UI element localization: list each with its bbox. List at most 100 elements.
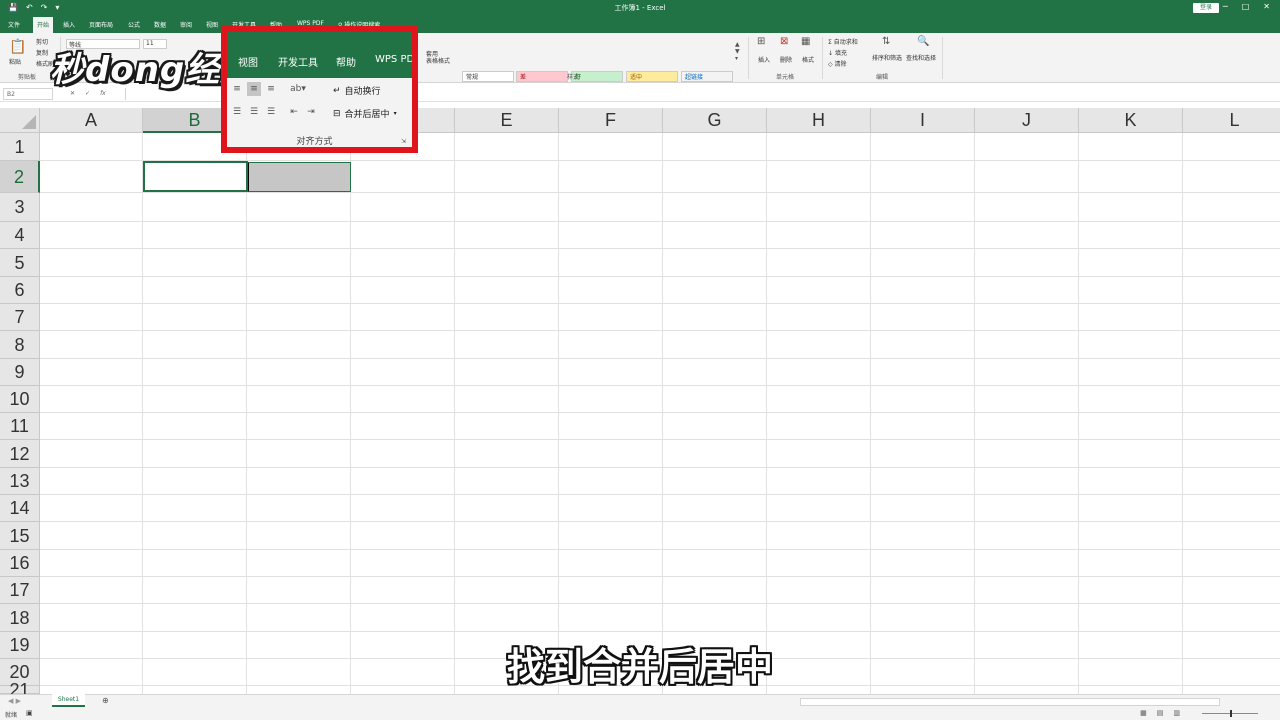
sort-filter-icon[interactable]: ⇅ xyxy=(882,36,890,47)
sheet-nav-icon[interactable]: ◀ ▶ xyxy=(8,697,21,705)
select-all-button[interactable] xyxy=(0,108,40,133)
maximize-icon[interactable]: □ xyxy=(1242,2,1250,11)
align-middle-icon[interactable]: ≡ xyxy=(247,82,261,96)
decrease-indent-icon[interactable]: ⇤ xyxy=(287,105,301,119)
tab-review[interactable]: 审阅 xyxy=(180,20,192,29)
copy-button[interactable]: 复制 xyxy=(36,48,48,57)
tab-view[interactable]: 视图 xyxy=(206,20,218,29)
callout-tab-view[interactable]: 视图 xyxy=(238,54,258,69)
insert-cells-button[interactable]: 插入 xyxy=(758,55,770,64)
active-cell-b2[interactable] xyxy=(143,161,248,192)
autosum-button[interactable]: Σ 自动求和 xyxy=(828,37,858,46)
add-sheet-icon[interactable]: ⊕ xyxy=(102,696,109,705)
normal-view-icon[interactable]: ▦ xyxy=(1140,709,1147,717)
selected-cell-c2[interactable] xyxy=(247,162,351,192)
row-header-17[interactable]: 17 xyxy=(0,577,40,604)
merge-dropdown-icon[interactable]: ▾ xyxy=(394,110,397,117)
column-header-l[interactable]: L xyxy=(1183,108,1280,133)
merge-center-label: 合并后居中 xyxy=(344,110,390,120)
page-break-view-icon[interactable]: ▥ xyxy=(1173,709,1180,717)
cell-style-swatch[interactable]: 适中 xyxy=(626,71,678,82)
find-select-button[interactable]: 查找和选择 xyxy=(906,53,936,62)
row-header-14[interactable]: 14 xyxy=(0,495,40,522)
column-header-f[interactable]: F xyxy=(559,108,663,133)
delete-cells-icon[interactable]: ⊠ xyxy=(780,36,788,47)
macro-record-icon[interactable]: ▣ xyxy=(26,709,33,717)
row-header-1[interactable]: 1 xyxy=(0,133,40,161)
row-header-3[interactable]: 3 xyxy=(0,193,40,222)
row-header-12[interactable]: 12 xyxy=(0,440,40,468)
autosum-label: 自动求和 xyxy=(833,39,858,46)
align-bottom-icon[interactable]: ≡ xyxy=(264,82,278,96)
enter-formula-icon[interactable]: ✓ xyxy=(85,90,90,97)
zoom-slider-thumb[interactable] xyxy=(1230,710,1232,717)
format-cells-icon[interactable]: ▦ xyxy=(801,36,810,47)
column-header-i[interactable]: I xyxy=(871,108,975,133)
tab-data[interactable]: 数据 xyxy=(154,20,166,29)
tab-file[interactable]: 文件 xyxy=(8,20,20,29)
tab-home[interactable]: 开始 xyxy=(33,17,54,33)
format-as-table-button[interactable]: 套用 表格格式 xyxy=(426,51,450,65)
callout-tab-help[interactable]: 帮助 xyxy=(336,54,356,69)
name-box[interactable]: B2 xyxy=(3,88,53,100)
increase-indent-icon[interactable]: ⇥ xyxy=(304,105,318,119)
column-header-k[interactable]: K xyxy=(1079,108,1183,133)
format-cells-button[interactable]: 格式 xyxy=(802,55,814,64)
find-select-icon[interactable]: 🔍 xyxy=(917,36,929,47)
column-header-a[interactable]: A xyxy=(40,108,143,133)
insert-cells-icon[interactable]: ⊞ xyxy=(757,36,765,47)
select-all-triangle xyxy=(22,115,36,129)
row-header-16[interactable]: 16 xyxy=(0,550,40,577)
fill-button[interactable]: ↓ 填充 xyxy=(828,48,847,57)
align-center-icon[interactable]: ☰ xyxy=(247,105,261,119)
row-header-7[interactable]: 7 xyxy=(0,304,40,331)
row-header-9[interactable]: 9 xyxy=(0,359,40,386)
align-left-icon[interactable]: ☰ xyxy=(230,105,244,119)
insert-function-icon[interactable]: fx xyxy=(100,90,106,97)
align-top-icon[interactable]: ≡ xyxy=(230,82,244,96)
row-header-11[interactable]: 11 xyxy=(0,413,40,440)
row-header-6[interactable]: 6 xyxy=(0,277,40,304)
cell-style-swatch[interactable]: 差 xyxy=(516,71,568,82)
row-header-4[interactable]: 4 xyxy=(0,222,40,249)
editing-group-label: 编辑 xyxy=(876,74,889,81)
tab-insert[interactable]: 插入 xyxy=(63,20,75,29)
paste-icon[interactable]: 📋 xyxy=(9,39,26,55)
row-header-10[interactable]: 10 xyxy=(0,386,40,413)
callout-tab-developer[interactable]: 开发工具 xyxy=(278,54,318,69)
wrap-text-icon: ↵ xyxy=(333,85,341,96)
wrap-text-button[interactable]: ↵ 自动换行 xyxy=(333,84,381,98)
row-header-8[interactable]: 8 xyxy=(0,331,40,359)
dialog-launcher-icon[interactable]: ⇲ xyxy=(401,138,406,145)
gallery-scroll-icon[interactable]: ▲ ▼ ▾ xyxy=(735,41,740,62)
row-header-13[interactable]: 13 xyxy=(0,468,40,495)
row-header-2[interactable]: 2 xyxy=(0,161,40,193)
column-header-h[interactable]: H xyxy=(767,108,871,133)
row-header-5[interactable]: 5 xyxy=(0,249,40,277)
tab-formulas[interactable]: 公式 xyxy=(128,20,140,29)
sheet-tab-sheet1[interactable]: Sheet1 xyxy=(52,694,85,707)
callout-tab-wps-pdf[interactable]: WPS PDF xyxy=(375,54,412,65)
tab-page-layout[interactable]: 页面布局 xyxy=(89,20,113,29)
paste-label[interactable]: 粘贴 xyxy=(9,57,21,66)
delete-cells-button[interactable]: 删除 xyxy=(780,55,792,64)
column-header-j[interactable]: J xyxy=(975,108,1079,133)
cancel-formula-icon[interactable]: ✕ xyxy=(70,90,75,97)
ribbon-display-icon[interactable]: ▭ xyxy=(1201,2,1209,11)
orientation-icon[interactable]: ab▾ xyxy=(287,82,309,96)
clear-button[interactable]: ◇ 清除 xyxy=(828,59,847,68)
cell-style-swatch[interactable]: 超链接 xyxy=(681,71,733,82)
row-header-18[interactable]: 18 xyxy=(0,604,40,632)
merge-center-button[interactable]: ⊟ 合并后居中 ▾ xyxy=(333,107,397,121)
cell-style-swatch[interactable]: 常规 xyxy=(462,71,514,82)
align-right-icon[interactable]: ☰ xyxy=(264,105,278,119)
sort-filter-button[interactable]: 排序和筛选 xyxy=(872,53,902,62)
cut-button[interactable]: 剪切 xyxy=(36,37,48,46)
close-icon[interactable]: ✕ xyxy=(1263,2,1270,11)
horizontal-scrollbar[interactable] xyxy=(800,698,1220,706)
column-header-e[interactable]: E xyxy=(455,108,559,133)
row-header-15[interactable]: 15 xyxy=(0,522,40,550)
minimize-icon[interactable]: ─ xyxy=(1223,2,1228,11)
column-header-g[interactable]: G xyxy=(663,108,767,133)
page-layout-view-icon[interactable]: ▤ xyxy=(1157,709,1164,717)
